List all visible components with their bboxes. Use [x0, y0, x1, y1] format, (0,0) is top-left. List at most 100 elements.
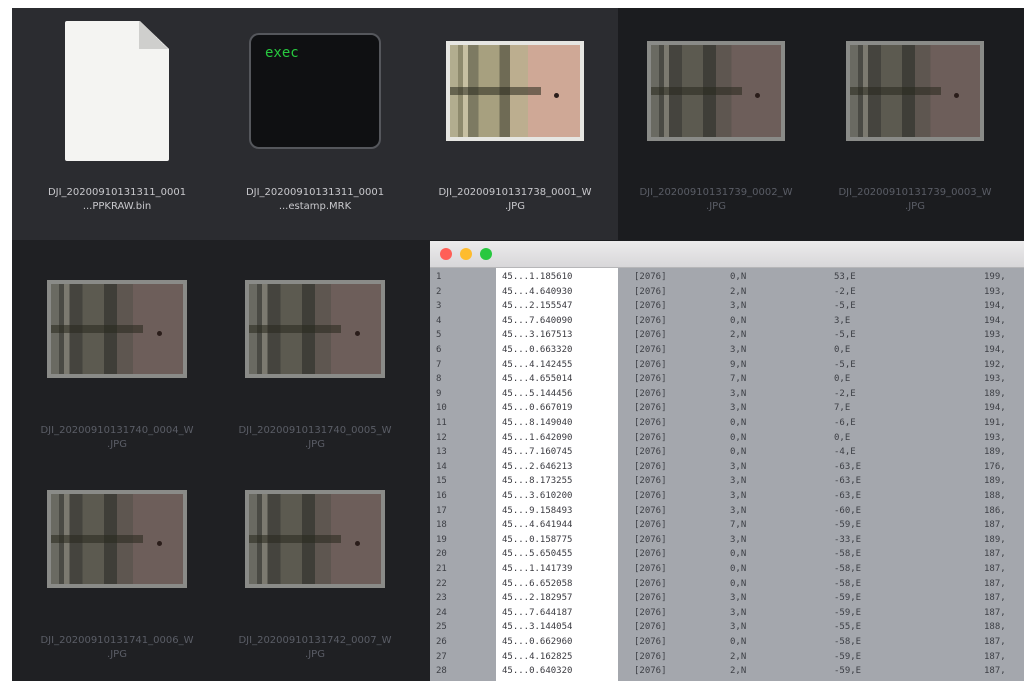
row-field: 0,N: [730, 315, 747, 326]
file-item-jpg-0005[interactable]: DJI_20200910131740_0005_W .JPG: [220, 246, 410, 461]
row-field: -60,E: [834, 505, 862, 516]
row-field: -63,E: [834, 476, 862, 487]
row-field: 2,N: [730, 666, 747, 677]
photo-thumbnail-icon: [47, 280, 187, 378]
photo-thumbnail-icon: [245, 490, 385, 588]
exec-icon: exec: [249, 33, 381, 149]
row-field: [2076]: [634, 345, 667, 355]
file-item-jpg-0002[interactable]: DJI_20200910131739_0002_W .JPG: [621, 8, 811, 223]
row-field: 8: [436, 374, 442, 385]
row-field: 45...2.155547: [502, 301, 573, 312]
row-field: -5,E: [834, 330, 856, 341]
row-field: 45...9.158493: [502, 505, 573, 516]
row-field: 45...0.640320: [502, 666, 573, 677]
row-field: [2076]: [634, 476, 667, 487]
file-label: DJI_20200910131311_0001 ...PPKRAW.bin: [47, 187, 187, 212]
row-field: 189,: [984, 534, 1006, 545]
text-row: 27 45...4.162825 [2076] 2,N -59,E 187,: [430, 650, 1024, 664]
row-field: 189,: [984, 388, 1006, 399]
row-field: 45...4.655014: [502, 374, 573, 385]
minimize-button[interactable]: [460, 248, 472, 260]
text-row: 4 45...7.640090 [2076] 0,N 3,E 194,: [430, 314, 1024, 328]
row-field: 45...4.142455: [502, 359, 573, 370]
text-row: 7 45...4.142455 [2076] 9,N -5,E 192,: [430, 358, 1024, 372]
row-field: 45...1.185610: [502, 272, 573, 282]
row-field: 45...7.160745: [502, 447, 573, 458]
row-field: 9,N: [730, 359, 747, 370]
row-field: [2076]: [634, 418, 667, 428]
row-field: 45...3.610200: [502, 491, 573, 501]
row-field: [2076]: [634, 461, 667, 472]
row-field: [2076]: [634, 505, 667, 516]
row-field: 7,N: [730, 520, 747, 531]
file-item-jpg-0003[interactable]: DJI_20200910131739_0003_W .JPG: [820, 8, 1010, 223]
row-field: 45...3.144054: [502, 622, 573, 633]
file-item-jpg-0001[interactable]: DJI_20200910131738_0001_W .JPG: [420, 8, 610, 223]
file-item-jpg-0007[interactable]: DJI_20200910131742_0007_W .JPG: [220, 456, 410, 671]
row-field: -2,E: [834, 286, 856, 297]
row-field: 45...2.182957: [502, 593, 573, 604]
row-field: 191,: [984, 418, 1006, 428]
row-field: -33,E: [834, 534, 862, 545]
row-field: 45...7.644187: [502, 607, 573, 618]
row-field: [2076]: [634, 622, 667, 633]
text-viewer-window: 1 45...1.185610 [2076] 0,N 53,E 199, 2 45...4.6…: [430, 241, 1024, 681]
text-row: 11 45...8.149040 [2076] 0,N -6,E 191,: [430, 416, 1024, 430]
file-label: DJI_20200910131739_0002_W .JPG: [639, 187, 793, 212]
file-item-jpg-0004[interactable]: DJI_20200910131740_0004_W .JPG: [22, 246, 212, 461]
row-field: 26: [436, 637, 447, 647]
text-row: 14 45...2.646213 [2076] 3,N -63,E 176,: [430, 460, 1024, 474]
row-field: 14: [436, 461, 447, 472]
close-button[interactable]: [440, 248, 452, 260]
row-field: 192,: [984, 359, 1006, 370]
row-field: 187,: [984, 520, 1006, 531]
row-field: 187,: [984, 593, 1006, 604]
row-field: -63,E: [834, 491, 862, 501]
row-field: 45...7.640090: [502, 315, 573, 326]
text-row: 22 45...6.652058 [2076] 0,N -58,E 187,: [430, 577, 1024, 591]
row-field: 19: [436, 534, 447, 545]
row-field: 53,E: [834, 272, 856, 282]
zoom-button[interactable]: [480, 248, 492, 260]
row-field: 3,N: [730, 505, 747, 516]
file-label: DJI_20200910131740_0005_W .JPG: [238, 425, 392, 450]
row-field: 45...4.640930: [502, 286, 573, 297]
row-field: [2076]: [634, 432, 667, 443]
row-field: [2076]: [634, 403, 667, 414]
row-field: 187,: [984, 607, 1006, 618]
row-field: 193,: [984, 374, 1006, 385]
row-field: [2076]: [634, 607, 667, 618]
row-field: 3,N: [730, 491, 747, 501]
row-field: 187,: [984, 578, 1006, 589]
row-field: 45...6.652058: [502, 578, 573, 589]
row-field: 3,N: [730, 534, 747, 545]
row-field: 187,: [984, 564, 1006, 574]
row-field: 2,N: [730, 286, 747, 297]
text-row: 10 45...0.667019 [2076] 3,N 7,E 194,: [430, 401, 1024, 415]
row-field: [2076]: [634, 286, 667, 297]
row-field: -59,E: [834, 520, 862, 531]
file-item-jpg-0006[interactable]: DJI_20200910131741_0006_W .JPG: [22, 456, 212, 671]
row-field: 3: [436, 301, 442, 312]
row-field: 45...5.144456: [502, 388, 573, 399]
row-field: 45...5.650455: [502, 549, 573, 560]
file-item-mrk[interactable]: exec DJI_20200910131311_0001 ...estamp.M…: [220, 8, 410, 223]
text-row: 3 45...2.155547 [2076] 3,N -5,E 194,: [430, 299, 1024, 313]
text-row: 20 45...5.650455 [2076] 0,N -58,E 187,: [430, 547, 1024, 561]
file-item-ppkraw[interactable]: DJI_20200910131311_0001 ...PPKRAW.bin: [22, 8, 212, 223]
row-field: 187,: [984, 651, 1006, 662]
text-row: 28 45...0.640320 [2076] 2,N -59,E 187,: [430, 664, 1024, 678]
row-field: -59,E: [834, 666, 862, 677]
text-content[interactable]: 1 45...1.185610 [2076] 0,N 53,E 199, 2 45...4.6…: [430, 268, 1024, 681]
row-field: [2076]: [634, 359, 667, 370]
row-field: 193,: [984, 286, 1006, 297]
window-title-bar[interactable]: [430, 241, 1024, 268]
row-field: [2076]: [634, 447, 667, 458]
row-field: [2076]: [634, 651, 667, 662]
row-field: 189,: [984, 447, 1006, 458]
row-field: 21: [436, 564, 447, 574]
text-row: 5 45...3.167513 [2076] 2,N -5,E 193,: [430, 328, 1024, 342]
row-field: 45...0.667019: [502, 403, 573, 414]
row-field: 15: [436, 476, 447, 487]
row-field: [2076]: [634, 315, 667, 326]
